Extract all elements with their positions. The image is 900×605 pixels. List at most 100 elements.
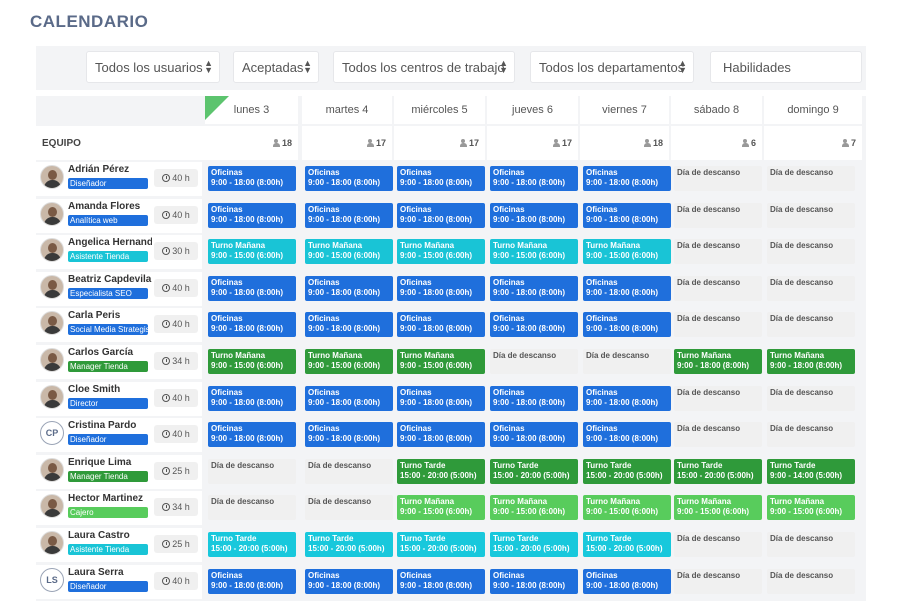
rest-day-cell[interactable]: Día de descanso: [674, 385, 762, 411]
employee-row[interactable]: Hector Martinez Cajero 34 h: [36, 491, 202, 526]
rest-day-cell[interactable]: Día de descanso: [767, 568, 855, 594]
shift-cell[interactable]: Oficinas 9:00 - 18:00 (8:00h): [305, 166, 393, 191]
shift-cell[interactable]: Turno Tarde 15:00 - 20:00 (5:00h): [490, 532, 578, 557]
shift-cell[interactable]: Oficinas 9:00 - 18:00 (8:00h): [208, 568, 296, 594]
shift-cell[interactable]: Turno Mañana 9:00 - 15:00 (6:00h): [208, 239, 296, 265]
shift-cell[interactable]: Oficinas 9:00 - 18:00 (8:00h): [490, 312, 578, 338]
shift-cell[interactable]: Oficinas 9:00 - 18:00 (8:00h): [490, 166, 578, 191]
shift-cell[interactable]: Turno Tarde 15:00 - 20:00 (5:00h): [208, 532, 296, 557]
shift-cell[interactable]: Turno Tarde 15:00 - 20:00 (5:00h): [583, 458, 671, 484]
shift-cell[interactable]: Oficinas 9:00 - 18:00 (8:00h): [583, 385, 671, 411]
shift-cell[interactable]: Oficinas 9:00 - 18:00 (8:00h): [583, 568, 671, 594]
shift-cell[interactable]: Oficinas 9:00 - 18:00 (8:00h): [208, 166, 296, 191]
shift-cell[interactable]: Turno Tarde 15:00 - 20:00 (5:00h): [397, 458, 485, 484]
shift-cell[interactable]: Oficinas 9:00 - 18:00 (8:00h): [208, 422, 296, 448]
shift-cell[interactable]: Oficinas 9:00 - 18:00 (8:00h): [397, 385, 485, 411]
rest-day-cell[interactable]: Día de descanso: [767, 275, 855, 301]
shift-cell[interactable]: Oficinas 9:00 - 18:00 (8:00h): [490, 202, 578, 228]
shift-cell[interactable]: Oficinas 9:00 - 18:00 (8:00h): [490, 568, 578, 594]
shift-cell[interactable]: Oficinas 9:00 - 18:00 (8:00h): [397, 568, 485, 594]
employee-row[interactable]: Beatriz Capdevila Especialista SEO 40 h: [36, 271, 202, 306]
shift-cell[interactable]: Turno Mañana 9:00 - 18:00 (8:00h): [767, 349, 855, 374]
employee-row[interactable]: Laura Castro Asistente Tienda 25 h: [36, 528, 202, 562]
shift-cell[interactable]: Oficinas 9:00 - 18:00 (8:00h): [305, 275, 393, 301]
rest-day-cell[interactable]: Día de descanso: [767, 202, 855, 228]
shift-cell[interactable]: Oficinas 9:00 - 18:00 (8:00h): [305, 202, 393, 228]
shift-cell[interactable]: Oficinas 9:00 - 18:00 (8:00h): [305, 422, 393, 448]
rest-day-cell[interactable]: Día de descanso: [674, 202, 762, 228]
rest-day-cell[interactable]: Día de descanso: [674, 422, 762, 448]
shift-cell[interactable]: Oficinas 9:00 - 18:00 (8:00h): [305, 385, 393, 411]
rest-day-cell[interactable]: Día de descanso: [674, 568, 762, 594]
shift-cell[interactable]: Oficinas 9:00 - 18:00 (8:00h): [397, 166, 485, 191]
shift-cell[interactable]: Turno Mañana 9:00 - 15:00 (6:00h): [397, 495, 485, 521]
rest-day-cell[interactable]: Día de descanso: [674, 532, 762, 557]
rest-day-cell[interactable]: Día de descanso: [305, 458, 393, 484]
shift-cell[interactable]: Oficinas 9:00 - 18:00 (8:00h): [490, 385, 578, 411]
shift-cell[interactable]: Oficinas 9:00 - 18:00 (8:00h): [208, 385, 296, 411]
workplace-filter[interactable]: Todos los centros de trabajo ▲ ▼: [333, 51, 515, 83]
rest-day-cell[interactable]: Día de descanso: [583, 349, 671, 374]
rest-day-cell[interactable]: Día de descanso: [767, 532, 855, 557]
shift-cell[interactable]: Oficinas 9:00 - 18:00 (8:00h): [305, 568, 393, 594]
employee-row[interactable]: Amanda Flores Analítica web 40 h: [36, 198, 202, 233]
shift-cell[interactable]: Turno Tarde 15:00 - 20:00 (5:00h): [583, 532, 671, 557]
shift-cell[interactable]: Turno Mañana 9:00 - 15:00 (6:00h): [767, 495, 855, 521]
rest-day-cell[interactable]: Día de descanso: [208, 458, 296, 484]
shift-cell[interactable]: Turno Tarde 15:00 - 20:00 (5:00h): [397, 532, 485, 557]
skills-filter[interactable]: Habilidades: [710, 51, 862, 83]
shift-cell[interactable]: Oficinas 9:00 - 18:00 (8:00h): [397, 275, 485, 301]
employee-row[interactable]: LS Laura Serra Diseñador 40 h: [36, 564, 202, 599]
shift-cell[interactable]: Oficinas 9:00 - 18:00 (8:00h): [583, 422, 671, 448]
shift-cell[interactable]: Oficinas 9:00 - 18:00 (8:00h): [397, 202, 485, 228]
rest-day-cell[interactable]: Día de descanso: [490, 349, 578, 374]
rest-day-cell[interactable]: Día de descanso: [767, 312, 855, 338]
employee-row[interactable]: Carlos García Manager Tienda 34 h: [36, 345, 202, 379]
shift-cell[interactable]: Turno Mañana 9:00 - 15:00 (6:00h): [490, 495, 578, 521]
shift-cell[interactable]: Oficinas 9:00 - 18:00 (8:00h): [208, 312, 296, 338]
employee-row[interactable]: Cloe Smith Director 40 h: [36, 381, 202, 416]
employee-row[interactable]: CP Cristina Pardo Diseñador 40 h: [36, 418, 202, 453]
rest-day-cell[interactable]: Día de descanso: [767, 422, 855, 448]
shift-cell[interactable]: Oficinas 9:00 - 18:00 (8:00h): [583, 166, 671, 191]
shift-cell[interactable]: Turno Tarde 15:00 - 20:00 (5:00h): [674, 458, 762, 484]
shift-cell[interactable]: Oficinas 9:00 - 18:00 (8:00h): [583, 275, 671, 301]
rest-day-cell[interactable]: Día de descanso: [767, 239, 855, 265]
shift-cell[interactable]: Turno Mañana 9:00 - 15:00 (6:00h): [674, 495, 762, 521]
rest-day-cell[interactable]: Día de descanso: [674, 166, 762, 191]
shift-cell[interactable]: Oficinas 9:00 - 18:00 (8:00h): [208, 275, 296, 301]
shift-cell[interactable]: Turno Mañana 9:00 - 15:00 (6:00h): [583, 495, 671, 521]
shift-cell[interactable]: Turno Mañana 9:00 - 15:00 (6:00h): [305, 349, 393, 374]
shift-cell[interactable]: Turno Mañana 9:00 - 18:00 (8:00h): [674, 349, 762, 374]
employee-row[interactable]: Carla Peris Social Media Strategist 40 h: [36, 308, 202, 343]
shift-cell[interactable]: Turno Mañana 9:00 - 15:00 (6:00h): [490, 239, 578, 265]
shift-cell[interactable]: Turno Mañana 9:00 - 15:00 (6:00h): [397, 349, 485, 374]
rest-day-cell[interactable]: Día de descanso: [767, 385, 855, 411]
employee-row[interactable]: Angelica Hernandez Asistente Tienda 30 h: [36, 235, 202, 270]
shift-cell[interactable]: Turno Mañana 9:00 - 15:00 (6:00h): [397, 239, 485, 265]
rest-day-cell[interactable]: Día de descanso: [674, 239, 762, 265]
rest-day-cell[interactable]: Día de descanso: [208, 495, 296, 521]
department-filter[interactable]: Todos los departamentos ▲ ▼: [530, 51, 694, 83]
status-filter[interactable]: Aceptadas ▲ ▼: [233, 51, 319, 83]
shift-cell[interactable]: Oficinas 9:00 - 18:00 (8:00h): [397, 312, 485, 338]
shift-cell[interactable]: Oficinas 9:00 - 18:00 (8:00h): [490, 275, 578, 301]
rest-day-cell[interactable]: Día de descanso: [674, 275, 762, 301]
shift-cell[interactable]: Oficinas 9:00 - 18:00 (8:00h): [305, 312, 393, 338]
shift-cell[interactable]: Turno Tarde 15:00 - 20:00 (5:00h): [490, 458, 578, 484]
shift-cell[interactable]: Turno Mañana 9:00 - 15:00 (6:00h): [208, 349, 296, 374]
users-filter[interactable]: Todos los usuarios ▲ ▼: [86, 51, 220, 83]
shift-cell[interactable]: Turno Tarde 15:00 - 20:00 (5:00h): [305, 532, 393, 557]
rest-day-cell[interactable]: Día de descanso: [767, 166, 855, 191]
shift-cell[interactable]: Oficinas 9:00 - 18:00 (8:00h): [208, 202, 296, 228]
rest-day-cell[interactable]: Día de descanso: [674, 312, 762, 338]
shift-cell[interactable]: Oficinas 9:00 - 18:00 (8:00h): [583, 312, 671, 338]
shift-cell[interactable]: Turno Mañana 9:00 - 15:00 (6:00h): [583, 239, 671, 265]
employee-row[interactable]: Enrique Lima Manager Tienda 25 h: [36, 454, 202, 489]
shift-cell[interactable]: Turno Tarde 9:00 - 14:00 (5:00h): [767, 458, 855, 484]
shift-cell[interactable]: Oficinas 9:00 - 18:00 (8:00h): [397, 422, 485, 448]
shift-cell[interactable]: Oficinas 9:00 - 18:00 (8:00h): [583, 202, 671, 228]
shift-cell[interactable]: Turno Mañana 9:00 - 15:00 (6:00h): [305, 239, 393, 265]
rest-day-cell[interactable]: Día de descanso: [305, 495, 393, 521]
employee-row[interactable]: Adrián Pérez Diseñador 40 h: [36, 162, 202, 196]
